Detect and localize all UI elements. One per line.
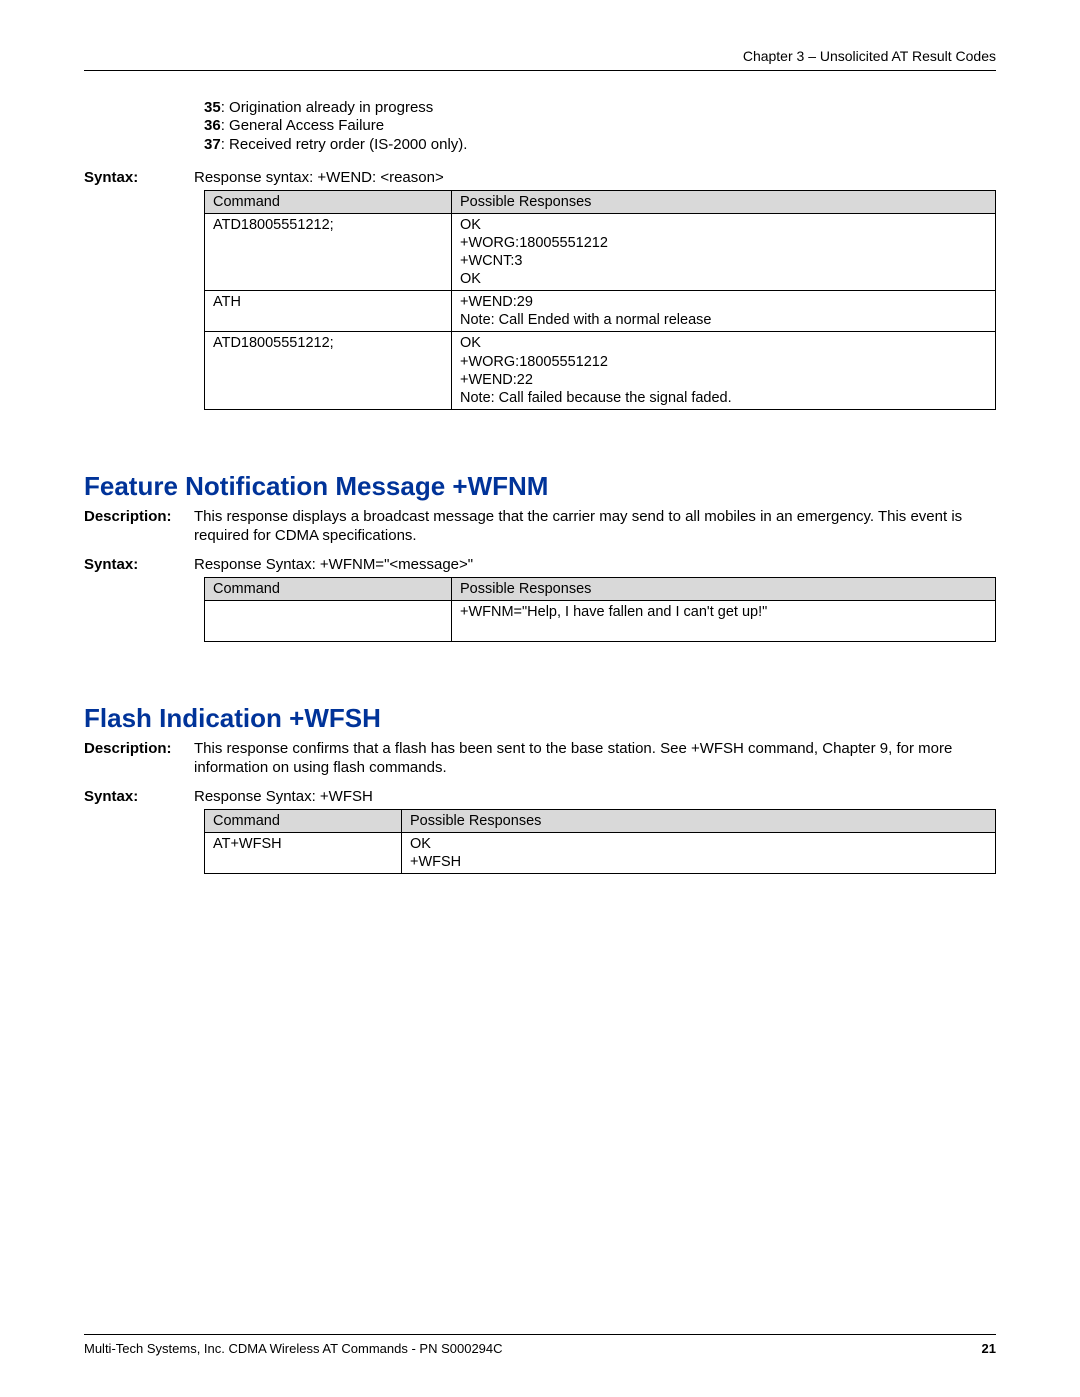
cell-cmd: ATD18005551212; — [205, 332, 452, 410]
wfsh-description: Description:This response confirms that … — [84, 740, 996, 778]
cell-resp: +WEND:29 Note: Call Ended with a normal … — [452, 291, 996, 332]
wend-table: Command Possible Responses ATD1800555121… — [204, 190, 996, 410]
col-responses: Possible Responses — [452, 577, 996, 600]
wfnm-syntax-text: Response Syntax: +WFNM="<message>" — [194, 556, 473, 573]
wfnm-table: Command Possible Responses +WFNM="Help, … — [204, 577, 996, 642]
wfnm-syntax: Syntax:Response Syntax: +WFNM="<message>… — [84, 556, 996, 575]
cell-resp: OK +WORG:18005551212 +WEND:22 Note: Call… — [452, 332, 996, 410]
table-row: AT+WFSH OK +WFSH — [205, 832, 996, 873]
col-command: Command — [205, 809, 402, 832]
cell-cmd: ATH — [205, 291, 452, 332]
cell-resp: +WFNM="Help, I have fallen and I can't g… — [452, 600, 996, 641]
table-header-row: Command Possible Responses — [205, 809, 996, 832]
page-number: 21 — [982, 1341, 996, 1357]
table-row: +WFNM="Help, I have fallen and I can't g… — [205, 600, 996, 641]
table-row: ATH +WEND:29 Note: Call Ended with a nor… — [205, 291, 996, 332]
wfsh-desc-text: This response confirms that a flash has … — [194, 740, 986, 778]
cell-cmd: ATD18005551212; — [205, 213, 452, 291]
col-responses: Possible Responses — [402, 809, 996, 832]
wfsh-table: Command Possible Responses AT+WFSH OK +W… — [204, 809, 996, 874]
syntax-label: Syntax: — [84, 169, 194, 188]
table-header-row: Command Possible Responses — [205, 190, 996, 213]
col-responses: Possible Responses — [452, 190, 996, 213]
wfsh-heading: Flash Indication +WFSH — [84, 702, 996, 735]
table-row: ATD18005551212; OK +WORG:18005551212 +WC… — [205, 213, 996, 291]
table-header-row: Command Possible Responses — [205, 577, 996, 600]
wfnm-description: Description:This response displays a bro… — [84, 508, 996, 546]
footer-text: Multi-Tech Systems, Inc. CDMA Wireless A… — [84, 1341, 503, 1357]
syntax-label: Syntax: — [84, 788, 194, 807]
col-command: Command — [205, 190, 452, 213]
chapter-header: Chapter 3 – Unsolicited AT Result Codes — [84, 48, 996, 71]
description-label: Description: — [84, 740, 194, 759]
syntax-label: Syntax: — [84, 556, 194, 575]
wend-syntax-text: Response syntax: +WEND: <reason> — [194, 169, 444, 186]
wfsh-syntax: Syntax:Response Syntax: +WFSH — [84, 788, 996, 807]
code-37: 37: Received retry order (IS-2000 only). — [204, 136, 996, 155]
page-footer: Multi-Tech Systems, Inc. CDMA Wireless A… — [84, 1334, 996, 1357]
wfsh-syntax-text: Response Syntax: +WFSH — [194, 788, 373, 805]
cell-cmd — [205, 600, 452, 641]
wfnm-desc-text: This response displays a broadcast messa… — [194, 508, 986, 546]
col-command: Command — [205, 577, 452, 600]
code-36: 36: General Access Failure — [204, 117, 996, 136]
cell-resp: OK +WORG:18005551212 +WCNT:3 OK — [452, 213, 996, 291]
table-row: ATD18005551212; OK +WORG:18005551212 +WE… — [205, 332, 996, 410]
wend-syntax: Syntax:Response syntax: +WEND: <reason> — [84, 169, 996, 188]
cell-cmd: AT+WFSH — [205, 832, 402, 873]
description-label: Description: — [84, 508, 194, 527]
error-codes-list: 35: Origination already in progress 36: … — [204, 99, 996, 155]
wfnm-heading: Feature Notification Message +WFNM — [84, 470, 996, 503]
cell-resp: OK +WFSH — [402, 832, 996, 873]
code-35: 35: Origination already in progress — [204, 99, 996, 118]
